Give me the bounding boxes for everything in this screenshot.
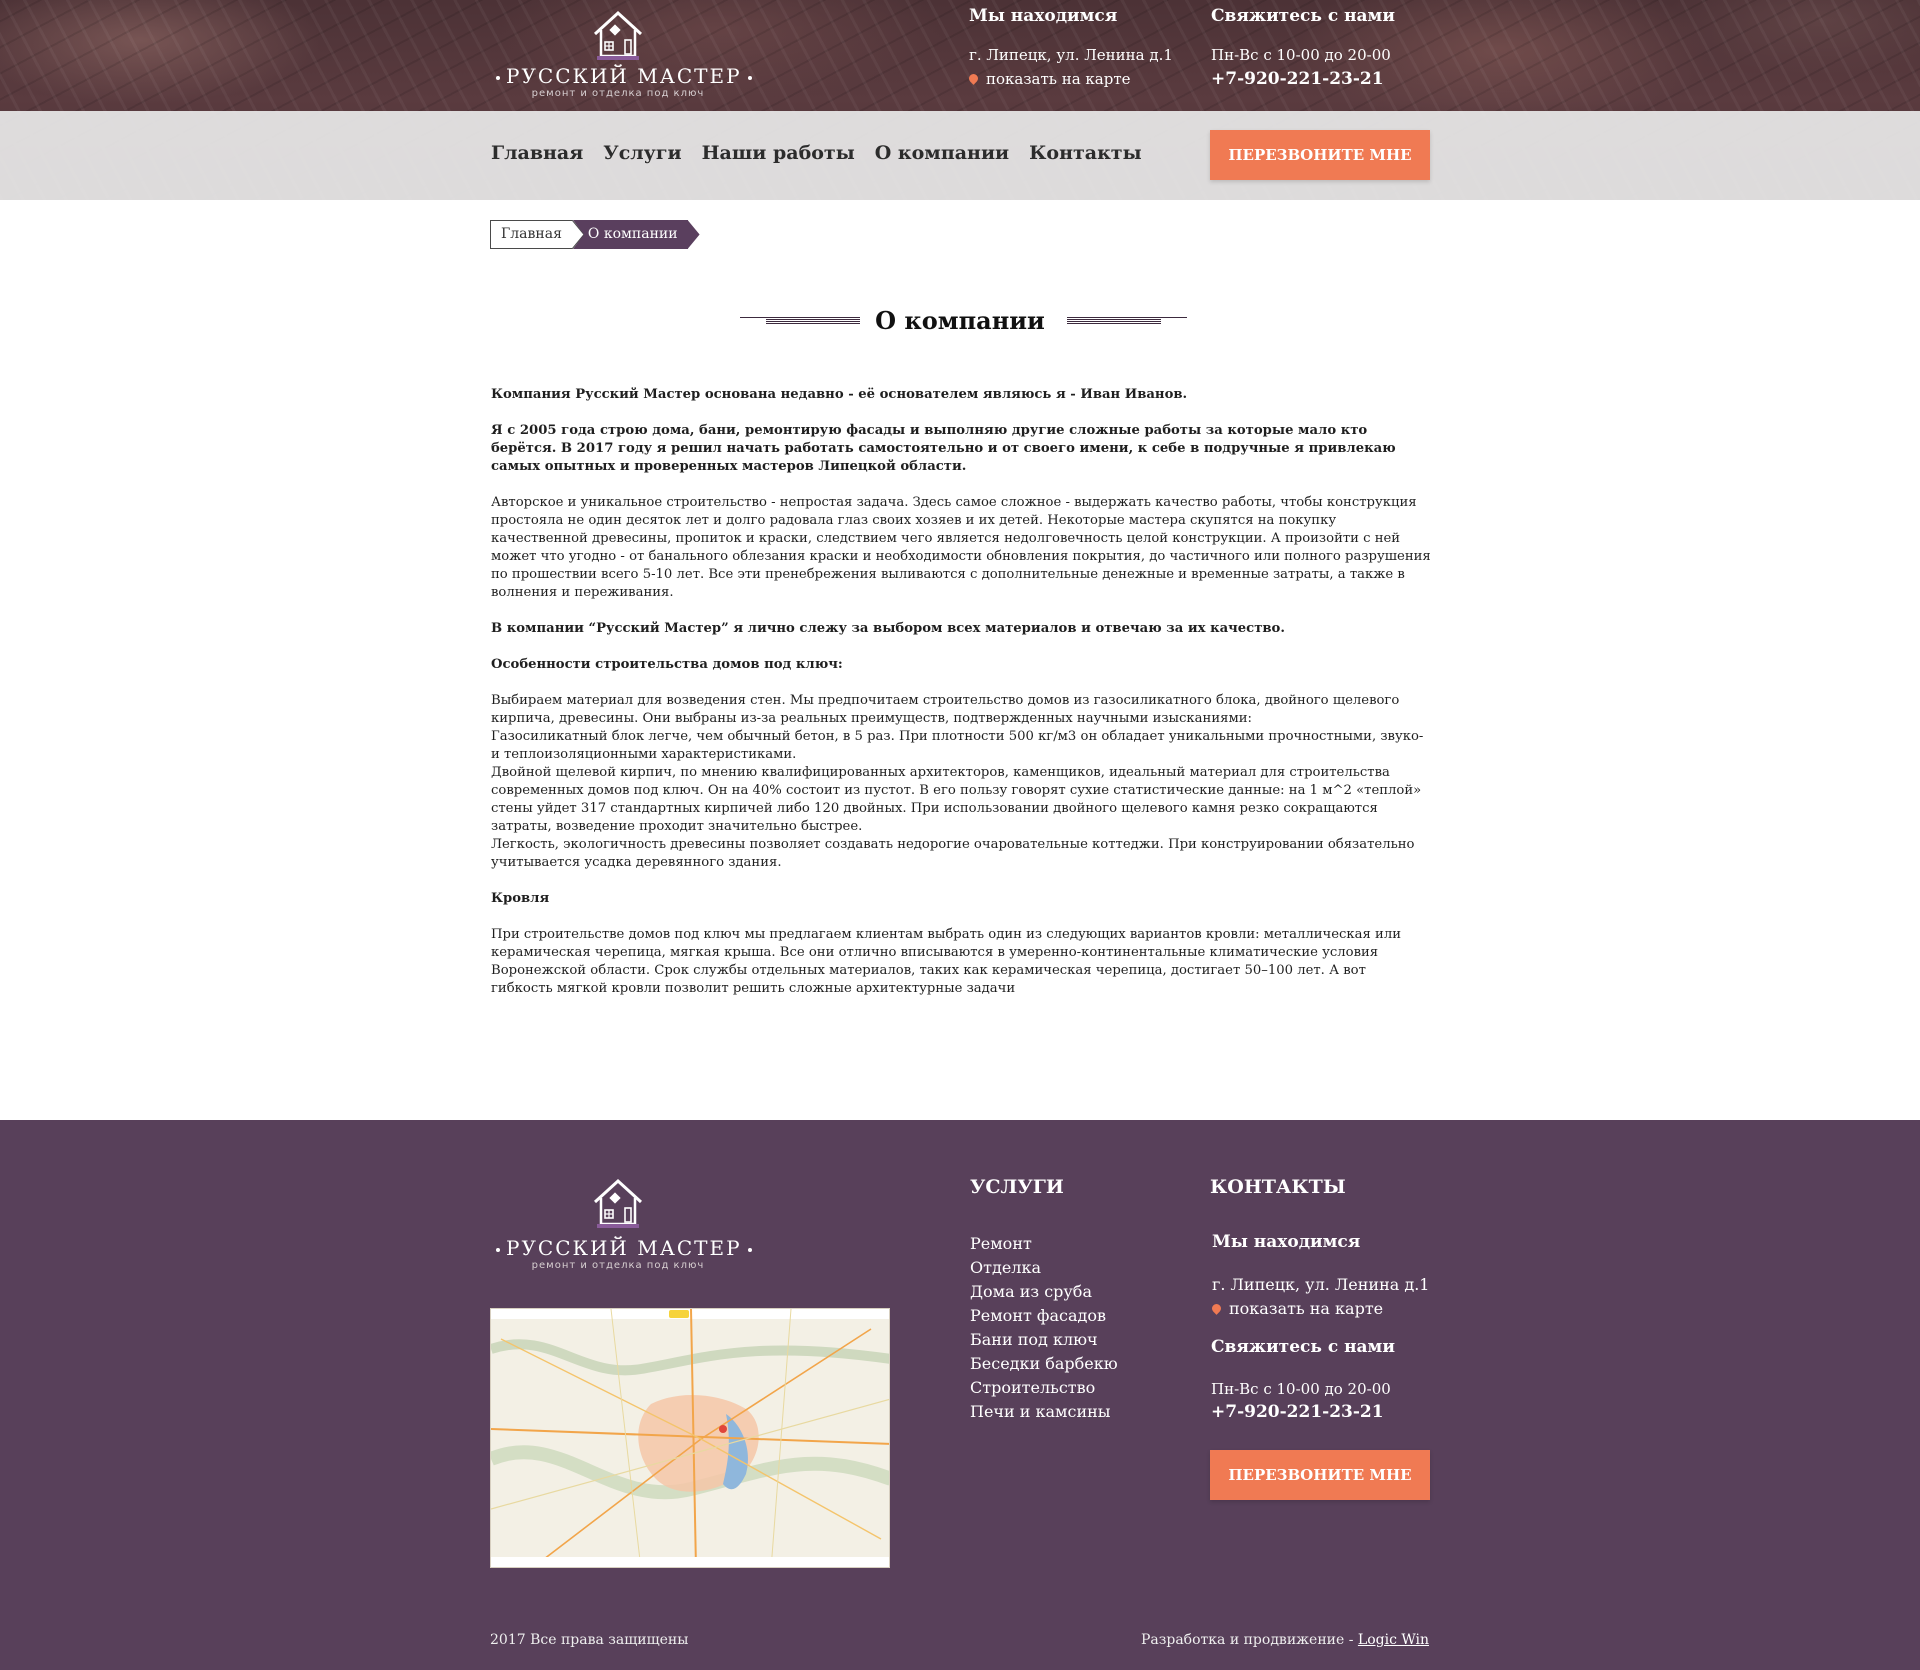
footer-service-item[interactable]: Ремонт фасадов [970, 1304, 1118, 1328]
article-paragraph: В компании “Русский Мастер” я лично слеж… [491, 621, 1285, 636]
logo-subtitle: ремонт и отделка под ключ [531, 88, 705, 99]
footer-service-item[interactable]: Печи и камсины [970, 1400, 1118, 1424]
footer-service-item[interactable]: Отделка [970, 1256, 1118, 1280]
footer-service-item[interactable]: Бани под ключ [970, 1328, 1118, 1352]
house-logo-icon [593, 1178, 643, 1228]
contact-title: Свяжитесь с нами [1211, 6, 1395, 26]
article-body: Компания Русский Мастер основана недавно… [491, 386, 1431, 1016]
footer-contact-phone[interactable]: +7-920-221-23-21 [1211, 1402, 1384, 1422]
contact-phone[interactable]: +7-920-221-23-21 [1211, 69, 1395, 89]
house-logo-icon [593, 10, 643, 60]
footer-logo-title: РУССКИЙ МАСТЕР [490, 1236, 752, 1260]
contact-hours: Пн-Вс с 10-00 до 20-00 [1211, 46, 1391, 64]
footer [0, 1120, 1920, 1670]
footer-logo-subtitle: ремонт и отделка под ключ [531, 1260, 705, 1271]
footer-service-item[interactable]: Строительство [970, 1376, 1118, 1400]
developer-credit: Разработка и продвижение - Logic Win [1140, 1632, 1429, 1648]
breadcrumb-home[interactable]: Главная [490, 220, 572, 249]
map-image [491, 1309, 889, 1567]
footer-service-item[interactable]: Беседки барбекю [970, 1352, 1118, 1376]
nav-home[interactable]: Главная [491, 142, 583, 164]
logo-title: РУССКИЙ МАСТЕР [490, 64, 752, 88]
copyright: 2017 Все права защищены [490, 1632, 689, 1648]
footer-callback-button[interactable]: ПЕРЕЗВОНИТЕ МНЕ [1210, 1450, 1430, 1500]
article-paragraph: Выбираем материал для возведения стен. М… [491, 693, 1424, 870]
show-map-link[interactable]: показать на карте [967, 70, 1173, 88]
article-paragraph: Авторское и уникальное строительство - н… [491, 495, 1431, 600]
footer-location-address: г. Липецк, ул. Ленина д.1 [1212, 1275, 1430, 1294]
article-paragraph: Я с 2005 года строю дома, бани, ремонтир… [491, 423, 1396, 474]
footer-location-title: Мы находимся [1212, 1232, 1361, 1252]
callback-button[interactable]: ПЕРЕЗВОНИТЕ МНЕ [1210, 130, 1430, 180]
footer-service-item[interactable]: Ремонт [970, 1232, 1118, 1256]
footer-services-list: Ремонт Отделка Дома из сруба Ремонт фаса… [970, 1232, 1118, 1424]
article-paragraph: Компания Русский Мастер основана недавно… [491, 387, 1188, 402]
title-ornament-right [1066, 314, 1187, 326]
footer-contact-title: Свяжитесь с нами [1211, 1337, 1395, 1357]
map-pin-icon [967, 72, 980, 85]
section-title: О компании [740, 302, 1187, 338]
article-paragraph: Кровля [491, 891, 550, 906]
title-ornament-left [740, 314, 860, 326]
footer-contacts-title: КОНТАКТЫ [1210, 1176, 1346, 1198]
main-nav: Главная Услуги Наши работы О компании Ко… [491, 142, 1142, 164]
location-title: Мы находимся [969, 6, 1118, 26]
nav-works[interactable]: Наши работы [702, 142, 855, 164]
header-location: Мы находимся г. Липецк, ул. Ленина д.1 п… [967, 6, 1173, 88]
article-paragraph: При строительстве домов под ключ мы пред… [491, 927, 1401, 996]
article-paragraph: Особенности строительства домов под ключ… [491, 657, 843, 672]
location-address: г. Липецк, ул. Ленина д.1 [969, 46, 1173, 64]
nav-about[interactable]: О компании [875, 142, 1009, 164]
nav-services[interactable]: Услуги [603, 142, 681, 164]
footer-logo[interactable]: РУССКИЙ МАСТЕР ремонт и отделка под ключ [490, 1178, 752, 1271]
page-title: О компании [875, 305, 1045, 335]
breadcrumb-current: О компании [583, 220, 688, 249]
nav-contacts[interactable]: Контакты [1029, 142, 1142, 164]
map-pin-icon [1210, 1302, 1223, 1315]
footer-map[interactable] [490, 1308, 890, 1568]
header-contact: Свяжитесь с нами Пн-Вс с 10-00 до 20-00 … [1211, 6, 1395, 89]
footer-services-title: УСЛУГИ [970, 1176, 1064, 1198]
footer-show-map-link[interactable]: показать на карте [1210, 1299, 1383, 1318]
breadcrumb-separator [571, 220, 584, 249]
developer-link[interactable]: Logic Win [1358, 1632, 1429, 1648]
breadcrumb-tip [687, 220, 700, 249]
footer-service-item[interactable]: Дома из сруба [970, 1280, 1118, 1304]
header-logo[interactable]: РУССКИЙ МАСТЕР ремонт и отделка под ключ [490, 10, 752, 99]
breadcrumb: Главная О компании [490, 220, 700, 249]
footer-contact-hours: Пн-Вс с 10-00 до 20-00 [1211, 1380, 1391, 1398]
